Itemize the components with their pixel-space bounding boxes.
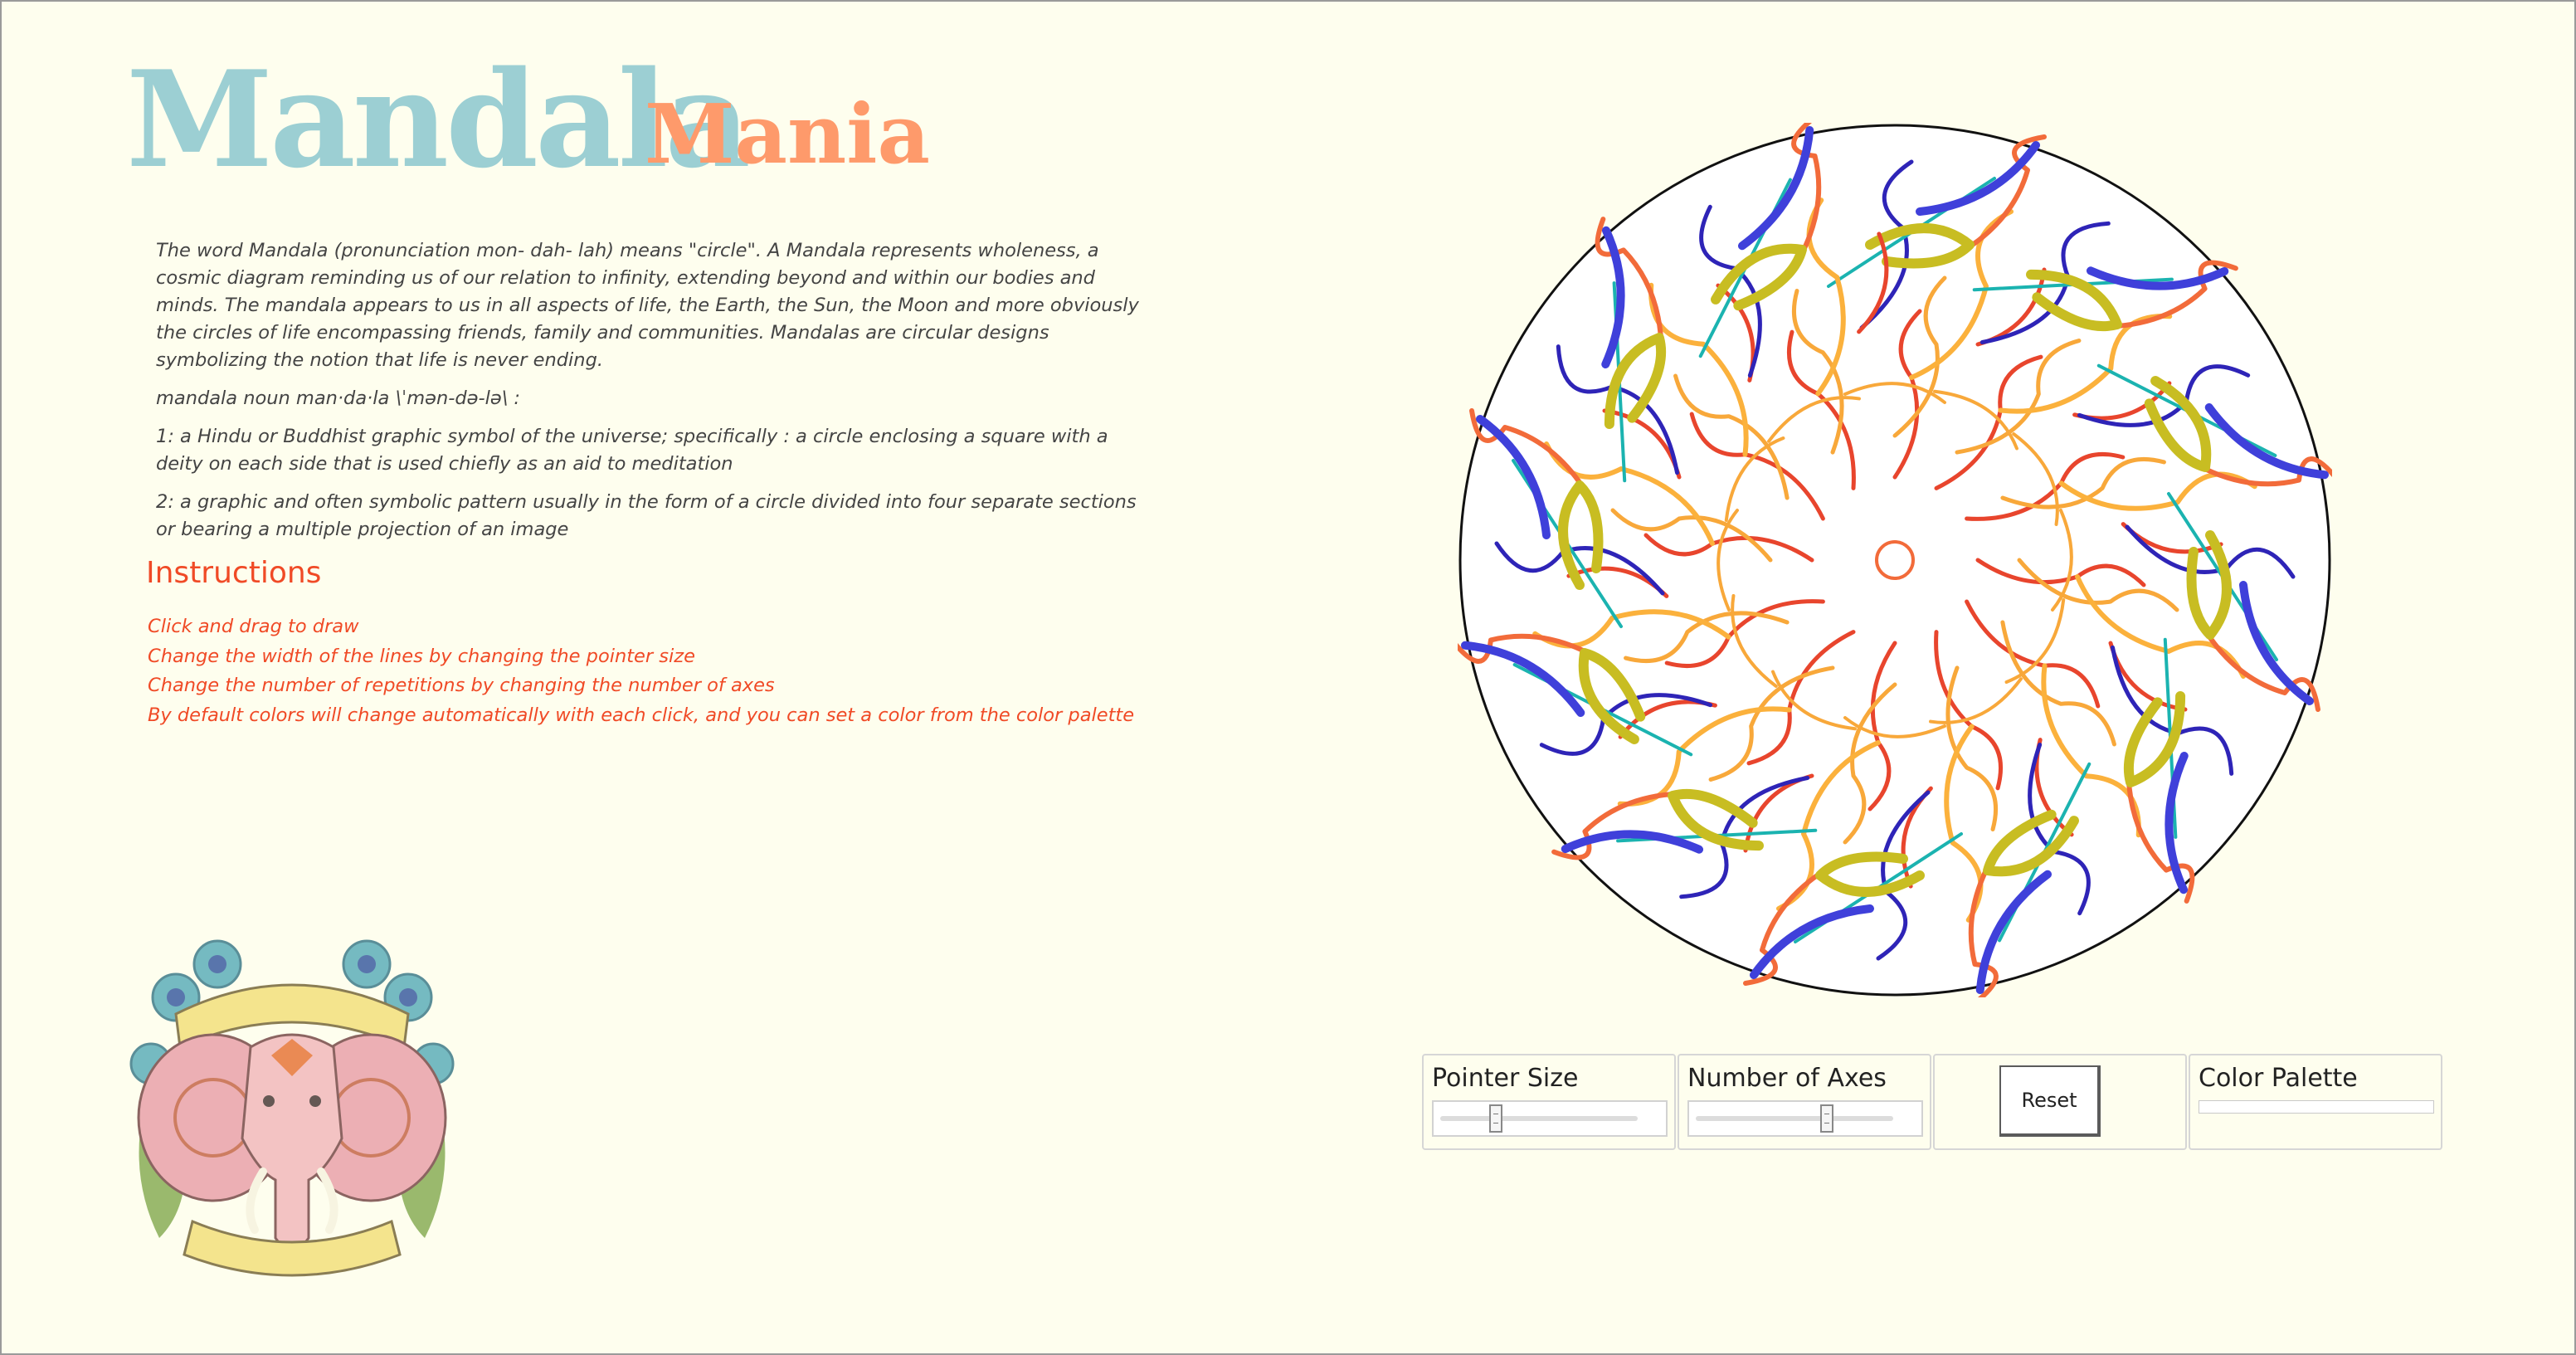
slider-thumb[interactable] [1819,1104,1833,1133]
description-paragraph: The word Mandala (pronunciation mon- dah… [156,240,1139,371]
positive-vibration-logo [126,923,458,1304]
description: The word Mandala (pronunciation mon- dah… [156,237,1143,554]
slider-track [1440,1116,1638,1121]
pronunciation: mandala noun man·da·la \ˈmən-də-lə\ : [156,387,521,409]
slider-track [1696,1116,1893,1121]
color-palette-picker[interactable] [2199,1100,2434,1114]
color-palette-control: Color Palette [2189,1054,2442,1150]
slider-thumb[interactable] [1489,1104,1503,1133]
pointer-size-label: Pointer Size [1432,1064,1579,1093]
app-subtitle: Mania [645,87,930,183]
number-of-axes-control: Number of Axes [1678,1054,1931,1150]
instruction-item: Change the width of the lines by changin… [148,645,695,667]
definition-1: 1: a Hindu or Buddhist graphic symbol of… [156,426,1108,475]
pointer-size-control: Pointer Size [1422,1054,1676,1150]
number-of-axes-label: Number of Axes [1687,1064,1887,1093]
drawing-canvas[interactable] [1458,123,2332,997]
color-palette-label: Color Palette [2199,1064,2358,1093]
pointer-size-slider[interactable] [1432,1100,1668,1137]
reset-button[interactable]: Reset [1999,1065,2101,1137]
instructions-title: Instructions [146,556,322,590]
reset-control: Reset [1933,1054,2187,1150]
instruction-item: Click and drag to draw [148,616,359,637]
definition-2: 2: a graphic and often symbolic pattern … [156,491,1137,540]
number-of-axes-slider[interactable] [1687,1100,1923,1137]
instruction-item: Change the number of repetitions by chan… [148,675,775,696]
canvas-circle [1458,124,2331,997]
instructions-list: Click and drag to draw Change the width … [148,612,1134,730]
instruction-item: By default colors will change automatica… [148,704,1135,726]
